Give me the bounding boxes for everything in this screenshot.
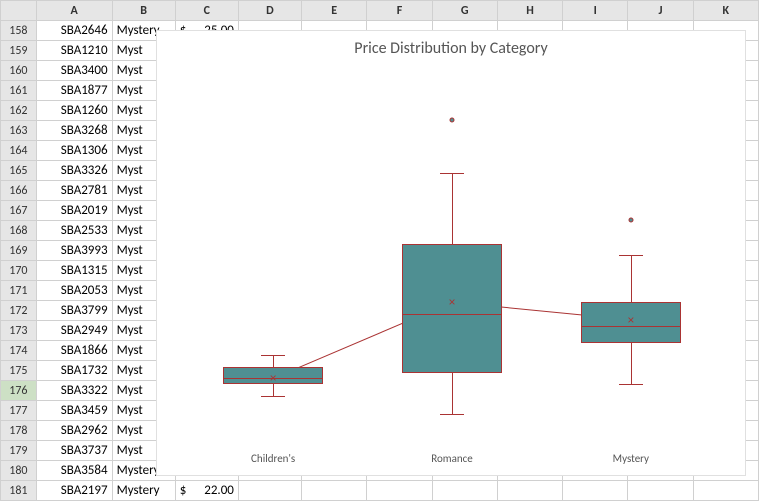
row-header[interactable]: 181 (1, 481, 37, 501)
column-header-E[interactable]: E (302, 1, 367, 21)
cell-A163[interactable]: SBA3268 (36, 121, 112, 141)
cell-K181[interactable] (693, 481, 758, 501)
row-header[interactable]: 165 (1, 161, 37, 181)
whisker-upper-Mystery (631, 255, 632, 302)
cell-A159[interactable]: SBA1210 (36, 41, 112, 61)
category-label-0: Children's (251, 452, 295, 465)
category-label-1: Romance (431, 452, 473, 465)
cell-A170[interactable]: SBA1315 (36, 261, 112, 281)
whisker-lower-Mystery (631, 343, 632, 384)
column-header-K[interactable]: K (693, 1, 758, 21)
row-header[interactable]: 174 (1, 341, 37, 361)
column-header-C[interactable]: C (175, 1, 238, 21)
column-header-B[interactable]: B (112, 1, 175, 21)
row-header[interactable]: 170 (1, 261, 37, 281)
chart-plot-area: × × × (181, 91, 721, 441)
whisker-cap-lower-Romance (440, 414, 464, 415)
column-header-H[interactable]: H (497, 1, 562, 21)
mean-Children's: × (270, 371, 277, 385)
column-header-G[interactable]: G (432, 1, 497, 21)
cell-A175[interactable]: SBA1732 (36, 361, 112, 381)
column-header-J[interactable]: J (628, 1, 693, 21)
cell-G181[interactable] (432, 481, 497, 501)
cell-C181[interactable]: $22.00 (175, 481, 238, 501)
cell-A162[interactable]: SBA1260 (36, 101, 112, 121)
row-header[interactable]: 173 (1, 321, 37, 341)
row-181[interactable]: 181SBA2197Mystery$22.00 (1, 481, 759, 501)
cell-J181[interactable] (628, 481, 693, 501)
whisker-cap-upper-Children's (261, 355, 285, 356)
row-header[interactable]: 161 (1, 81, 37, 101)
cell-A165[interactable]: SBA3326 (36, 161, 112, 181)
cell-A164[interactable]: SBA1306 (36, 141, 112, 161)
column-headers[interactable]: ABCDEFGHIJK (1, 1, 759, 21)
chart-title: Price Distribution by Category (157, 39, 745, 58)
whisker-upper-Romance (452, 173, 453, 243)
category-label-2: Mystery (613, 452, 649, 465)
cell-A181[interactable]: SBA2197 (36, 481, 112, 501)
row-header[interactable]: 178 (1, 421, 37, 441)
column-header-I[interactable]: I (563, 1, 628, 21)
outlier-Romance-0 (450, 118, 455, 123)
whisker-upper-Children's (273, 355, 274, 367)
cell-A168[interactable]: SBA2533 (36, 221, 112, 241)
row-header[interactable]: 167 (1, 201, 37, 221)
cell-E181[interactable] (302, 481, 367, 501)
cell-A174[interactable]: SBA1866 (36, 341, 112, 361)
chart-object[interactable]: Price Distribution by Category × × × Child… (156, 30, 746, 476)
row-header[interactable]: 169 (1, 241, 37, 261)
select-all-corner[interactable] (1, 1, 37, 21)
cell-A161[interactable]: SBA1877 (36, 81, 112, 101)
whisker-lower-Romance (452, 373, 453, 414)
row-header[interactable]: 162 (1, 101, 37, 121)
column-header-D[interactable]: D (238, 1, 301, 21)
row-header[interactable]: 179 (1, 441, 37, 461)
cell-I181[interactable] (563, 481, 628, 501)
cell-A176[interactable]: SBA3322 (36, 381, 112, 401)
row-header[interactable]: 164 (1, 141, 37, 161)
cell-A178[interactable]: SBA2962 (36, 421, 112, 441)
whisker-lower-Children's (273, 384, 274, 396)
cell-A166[interactable]: SBA2781 (36, 181, 112, 201)
column-header-A[interactable]: A (36, 1, 112, 21)
row-header[interactable]: 177 (1, 401, 37, 421)
cell-D181[interactable] (238, 481, 301, 501)
whisker-cap-lower-Children's (261, 396, 285, 397)
row-header[interactable]: 158 (1, 21, 37, 41)
row-header[interactable]: 168 (1, 221, 37, 241)
row-header[interactable]: 175 (1, 361, 37, 381)
cell-H181[interactable] (497, 481, 562, 501)
row-header[interactable]: 163 (1, 121, 37, 141)
median-Romance (402, 314, 502, 315)
cell-A172[interactable]: SBA3799 (36, 301, 112, 321)
mean-Romance: × (448, 295, 455, 309)
whisker-cap-upper-Mystery (619, 255, 643, 256)
cell-A179[interactable]: SBA3737 (36, 441, 112, 461)
outlier-Mystery-0 (628, 218, 633, 223)
whisker-cap-lower-Mystery (619, 384, 643, 385)
cell-A169[interactable]: SBA3993 (36, 241, 112, 261)
row-header[interactable]: 160 (1, 61, 37, 81)
row-header[interactable]: 176 (1, 381, 37, 401)
cell-A180[interactable]: SBA3584 (36, 461, 112, 481)
mean-Mystery: × (627, 313, 634, 327)
cell-A171[interactable]: SBA2053 (36, 281, 112, 301)
cell-A167[interactable]: SBA2019 (36, 201, 112, 221)
row-header[interactable]: 166 (1, 181, 37, 201)
cell-A160[interactable]: SBA3400 (36, 61, 112, 81)
row-header[interactable]: 159 (1, 41, 37, 61)
row-header[interactable]: 180 (1, 461, 37, 481)
cell-B181[interactable]: Mystery (112, 481, 175, 501)
cell-A173[interactable]: SBA2949 (36, 321, 112, 341)
cell-F181[interactable] (367, 481, 432, 501)
whisker-cap-upper-Romance (440, 173, 464, 174)
row-header[interactable]: 172 (1, 301, 37, 321)
cell-A158[interactable]: SBA2646 (36, 21, 112, 41)
row-header[interactable]: 171 (1, 281, 37, 301)
cell-A177[interactable]: SBA3459 (36, 401, 112, 421)
column-header-F[interactable]: F (367, 1, 432, 21)
